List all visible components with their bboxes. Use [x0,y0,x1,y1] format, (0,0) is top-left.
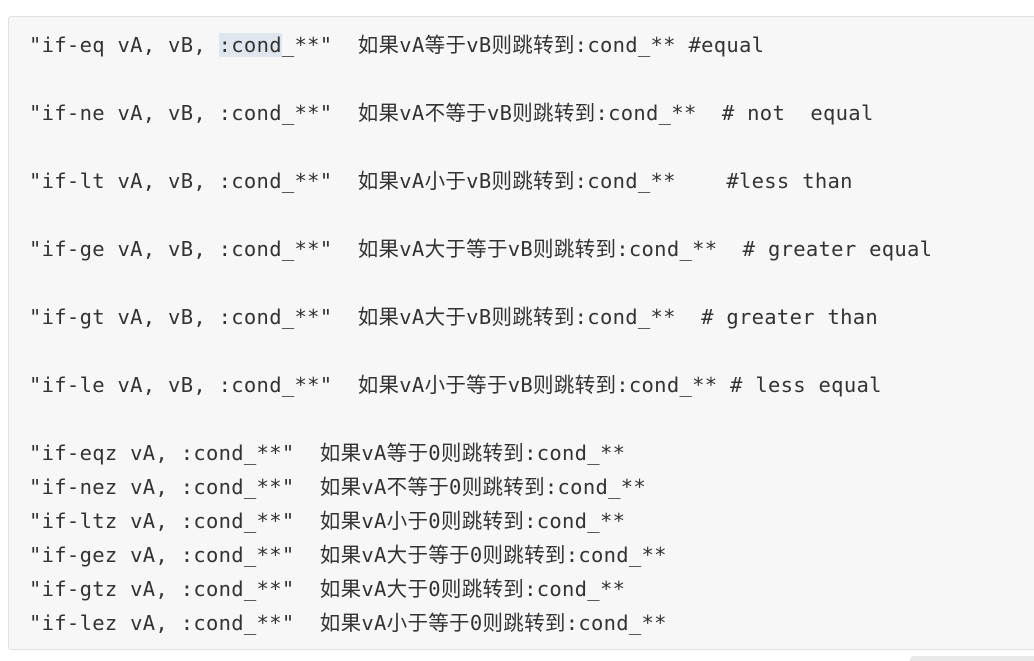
code-line-if-lez: "if-lez vA, :cond_**" 如果vA小于等于0则跳转到:cond… [29,611,667,635]
code-line-if-nez: "if-nez vA, :cond_**" 如果vA不等于0则跳转到:cond_… [29,475,647,499]
code-line-if-lt: "if-lt vA, vB, :cond_**" 如果vA小于vB则跳转到:co… [29,169,853,193]
code-line-if-ne: "if-ne vA, vB, :cond_**" 如果vA不等于vB则跳转到:c… [29,101,874,125]
code-text-suffix: _**" 如果vA等于vB则跳转到:cond_** #equal [281,33,765,57]
text-selection-highlight[interactable]: :cond [218,33,282,57]
corner-tab [910,656,1034,661]
code-line-if-gt: "if-gt vA, vB, :cond_**" 如果vA大于vB则跳转到:co… [29,305,879,329]
code-line-if-le: "if-le vA, vB, :cond_**" 如果vA小于等于vB则跳转到:… [29,373,882,397]
code-line-if-eqz: "if-eqz vA, :cond_**" 如果vA等于0则跳转到:cond_*… [29,441,626,465]
code-line-if-gtz: "if-gtz vA, :cond_**" 如果vA大于0则跳转到:cond_*… [29,577,626,601]
page-footer-gap [0,652,1034,661]
code-block: "if-eq vA, vB, :cond_**" 如果vA等于vB则跳转到:co… [8,16,1034,650]
code-line-if-eq: "if-eq vA, vB, :cond_**" 如果vA等于vB则跳转到:co… [29,31,764,59]
code-line-if-gez: "if-gez vA, :cond_**" 如果vA大于等于0则跳转到:cond… [29,543,667,567]
code-line-if-ltz: "if-ltz vA, :cond_**" 如果vA小于0则跳转到:cond_*… [29,509,626,533]
code-text-prefix: "if-eq vA, vB, [29,33,219,57]
code-line-if-ge: "if-ge vA, vB, :cond_**" 如果vA大于等于vB则跳转到:… [29,237,933,261]
